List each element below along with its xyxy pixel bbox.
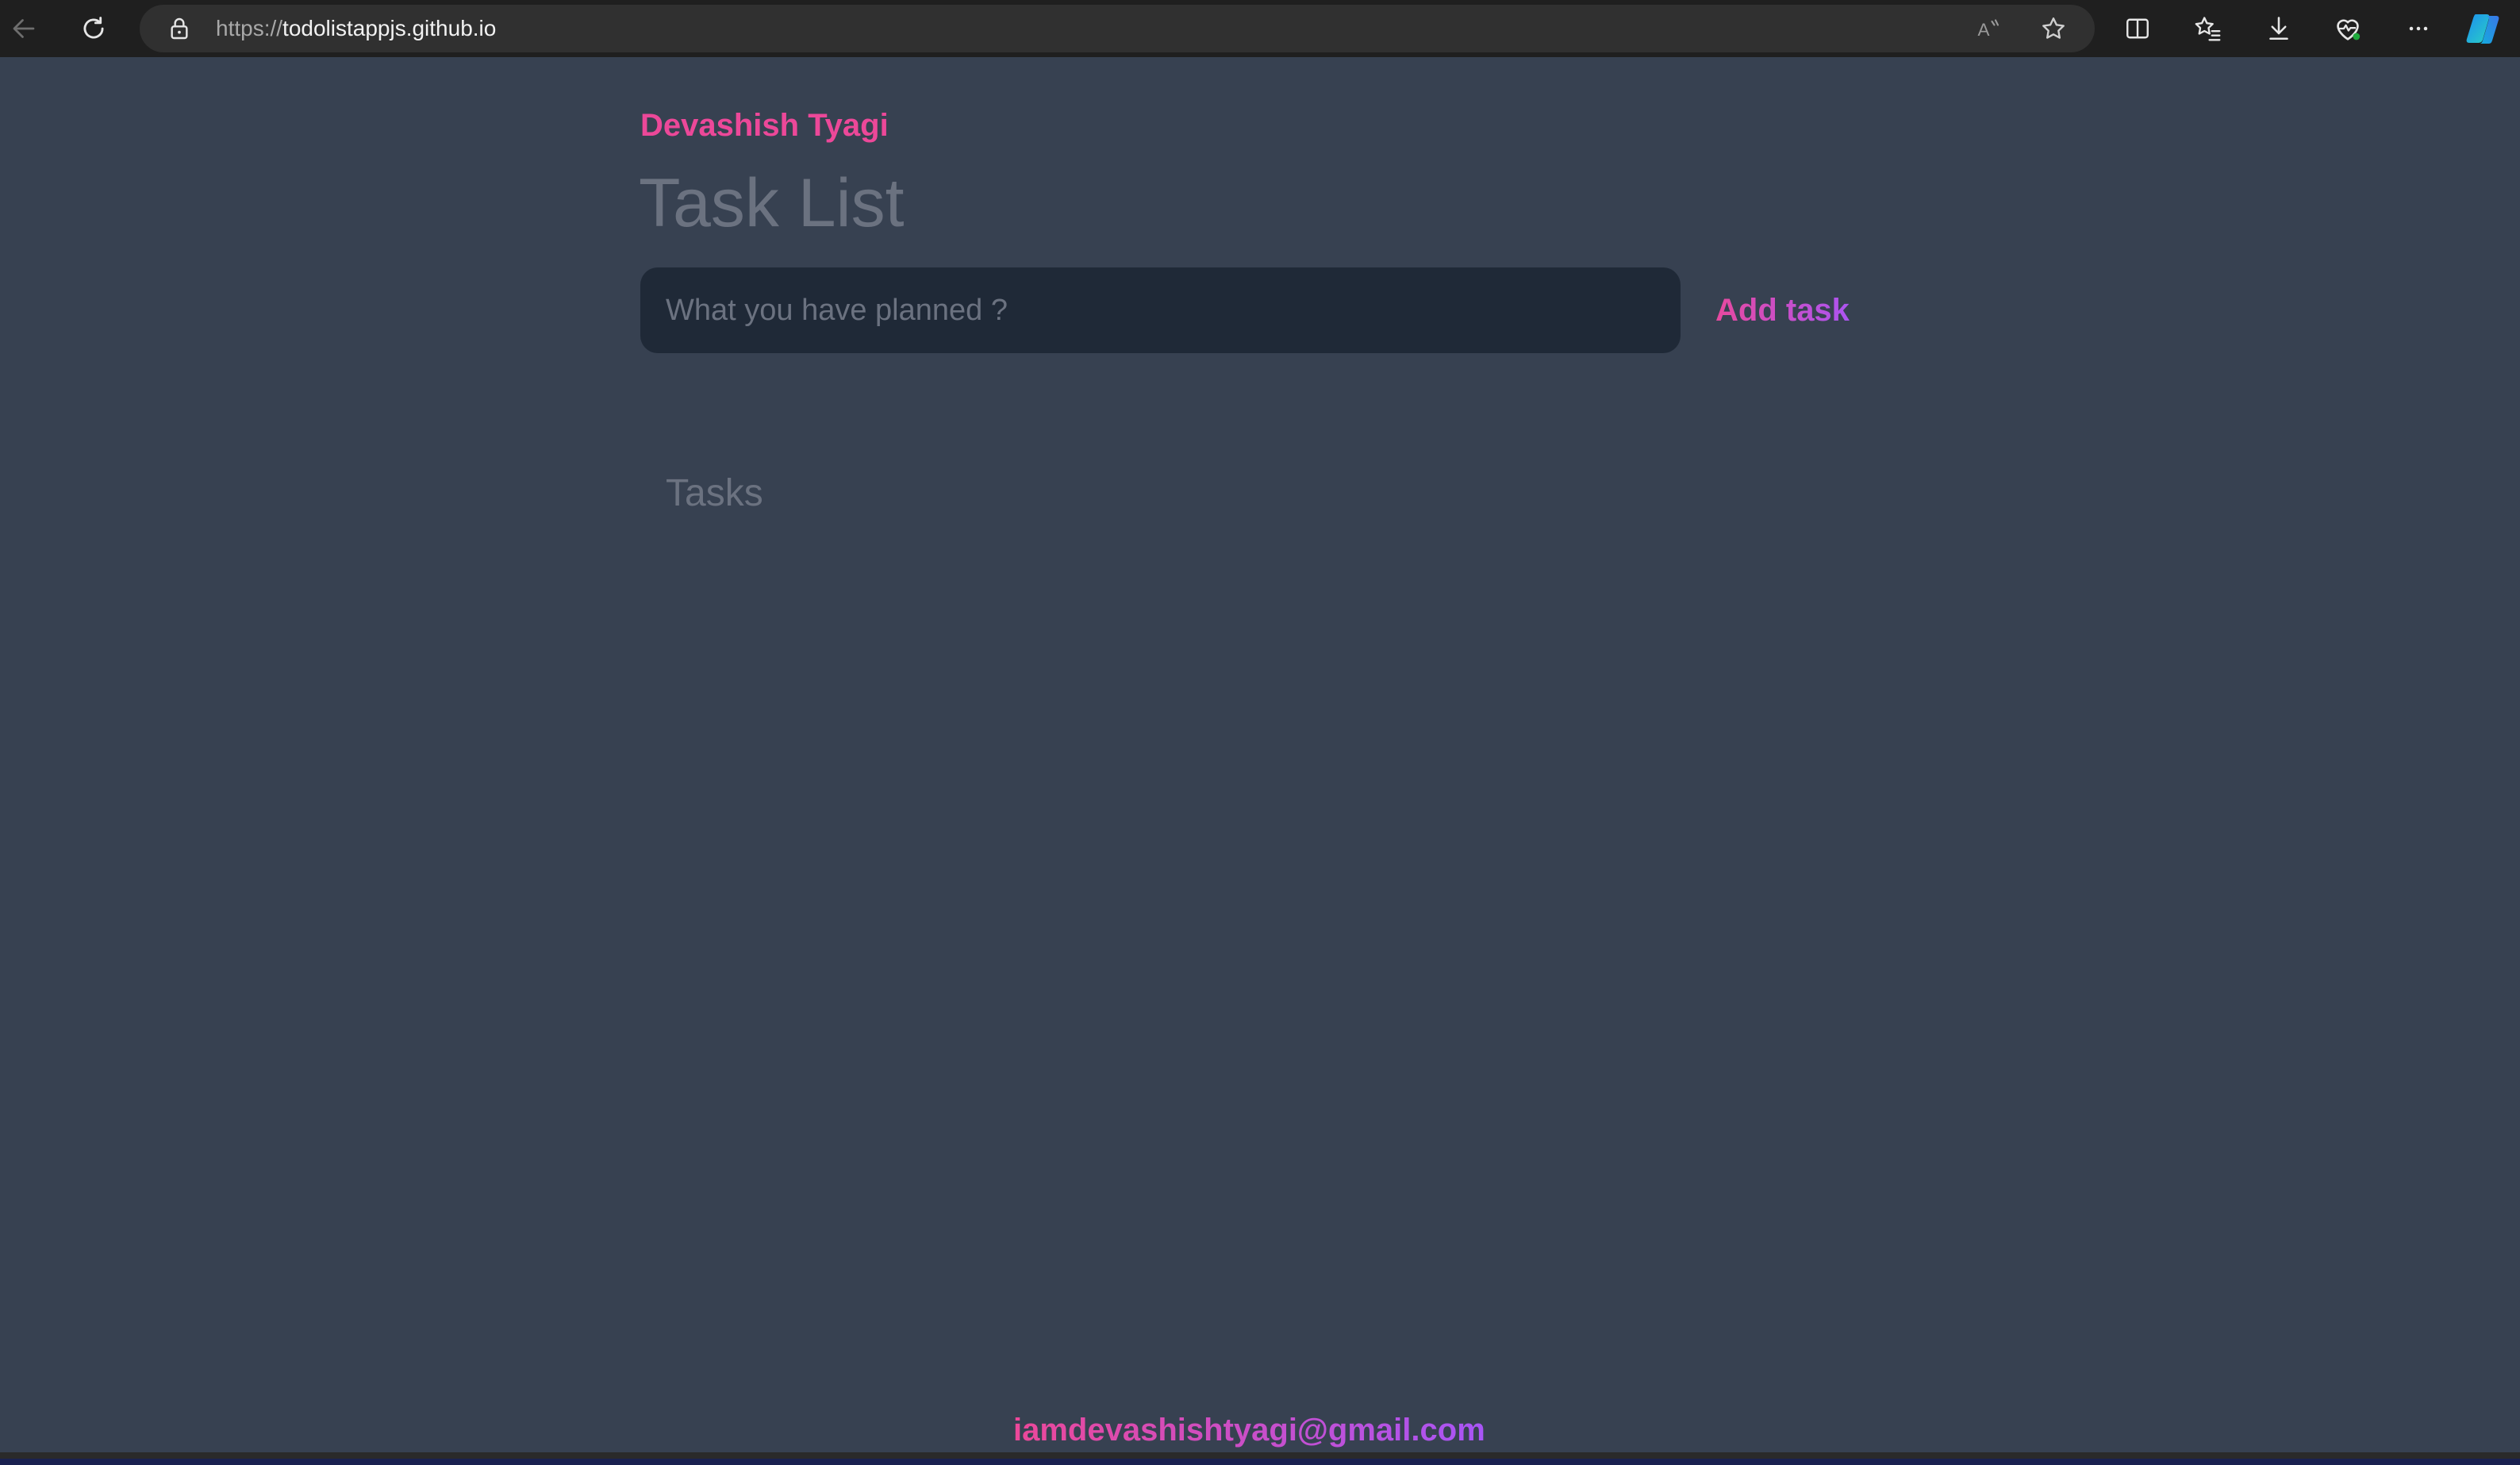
browser-essentials-button[interactable] — [2330, 11, 2365, 46]
more-dots-icon — [2409, 26, 2428, 31]
refresh-icon — [83, 17, 104, 39]
browser-toolbar: https://todolistappjs.github.io A — [0, 0, 2520, 57]
page-title: Task List — [639, 165, 905, 241]
tasks-heading: Tasks — [666, 472, 763, 514]
url-host: todolistappjs.github.io — [282, 16, 497, 40]
read-aloud-icon[interactable]: A — [1974, 14, 2003, 43]
task-input[interactable] — [640, 267, 1681, 353]
heart-pulse-icon — [2337, 19, 2361, 40]
window-bottom-border — [0, 1452, 2520, 1459]
favorites-list-icon — [2195, 17, 2221, 41]
author-name: Devashish Tyagi — [640, 108, 889, 143]
refresh-button[interactable] — [73, 10, 114, 48]
svg-text:A: A — [1978, 20, 1990, 40]
url-text[interactable]: https://todolistappjs.github.io — [216, 16, 496, 41]
footer-email-link[interactable]: iamdevashishtyagi@gmail.com — [1013, 1411, 1485, 1449]
split-screen-icon — [2126, 18, 2149, 39]
todo-app-page: Devashish Tyagi Task List Add task Tasks… — [0, 57, 2520, 1452]
favorites-button[interactable] — [2191, 11, 2226, 46]
add-task-button[interactable]: Add task — [1706, 287, 1859, 333]
more-button[interactable] — [2401, 11, 2436, 46]
back-button[interactable] — [3, 10, 44, 48]
copilot-icon[interactable] — [2464, 10, 2504, 48]
taskbar-edge — [0, 1459, 2520, 1465]
star-icon[interactable] — [2039, 14, 2068, 43]
downloads-button[interactable] — [2261, 11, 2296, 46]
back-arrow-icon — [13, 19, 35, 38]
lock-icon[interactable] — [167, 16, 192, 41]
download-icon — [2269, 17, 2288, 40]
address-bar[interactable]: https://todolistappjs.github.io A — [140, 5, 2095, 52]
split-screen-button[interactable] — [2120, 11, 2155, 46]
url-scheme: https:// — [216, 16, 283, 40]
